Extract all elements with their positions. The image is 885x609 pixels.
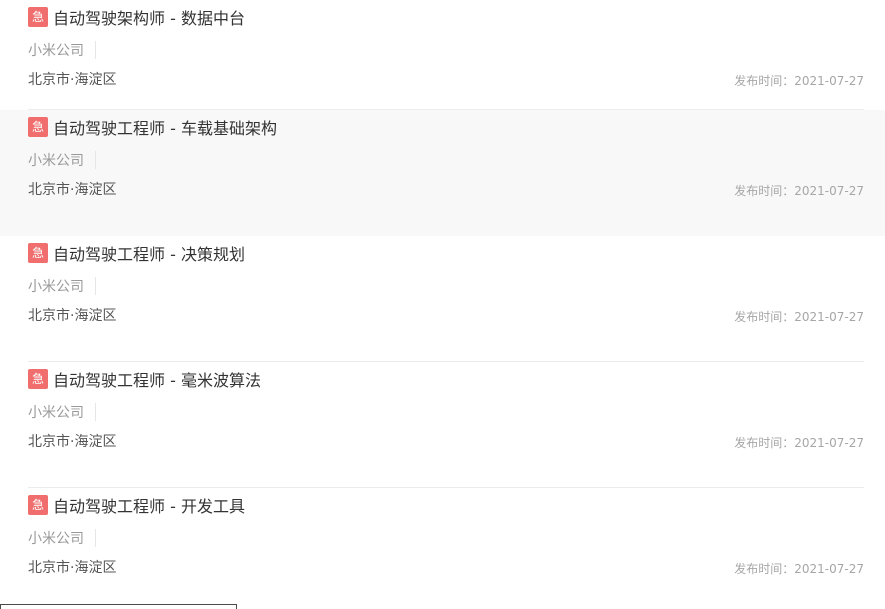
job-title-row: 急 自动驾驶工程师 - 毫米波算法 bbox=[28, 368, 261, 390]
job-location: 北京市·海淀区 bbox=[28, 308, 117, 324]
job-title-row: 急 自动驾驶工程师 - 决策规划 bbox=[28, 242, 245, 264]
publish-label: 发布时间： bbox=[734, 562, 795, 576]
company-separator bbox=[95, 403, 96, 421]
publish-label: 发布时间： bbox=[734, 436, 795, 450]
company-separator bbox=[95, 151, 96, 169]
job-location: 北京市·海淀区 bbox=[28, 72, 117, 88]
job-title[interactable]: 自动驾驶工程师 - 开发工具 bbox=[53, 493, 245, 517]
publish-info: 发布时间：2021-07-27 bbox=[734, 72, 864, 90]
company-separator bbox=[95, 277, 96, 295]
publish-info: 发布时间：2021-07-27 bbox=[734, 560, 864, 578]
publish-date: 2021-07-27 bbox=[794, 436, 864, 450]
publish-label: 发布时间： bbox=[734, 184, 795, 198]
job-list-item[interactable]: 急 自动驾驶架构师 - 数据中台 小米公司 北京市·海淀区 发布时间：2021-… bbox=[0, 0, 885, 110]
company-name[interactable]: 小米公司 bbox=[28, 40, 95, 60]
job-list-item[interactable]: 急 自动驾驶工程师 - 车载基础架构 小米公司 北京市·海淀区 发布时间：202… bbox=[0, 110, 885, 236]
urgent-badge: 急 bbox=[28, 7, 48, 27]
publish-date: 2021-07-27 bbox=[794, 562, 864, 576]
company-row: 小米公司 bbox=[28, 275, 96, 297]
company-name[interactable]: 小米公司 bbox=[28, 276, 95, 296]
job-list: 急 自动驾驶架构师 - 数据中台 小米公司 北京市·海淀区 发布时间：2021-… bbox=[0, 0, 885, 609]
company-row: 小米公司 bbox=[28, 39, 96, 61]
urgent-badge: 急 bbox=[28, 117, 48, 137]
job-title[interactable]: 自动驾驶架构师 - 数据中台 bbox=[53, 5, 245, 29]
publish-date: 2021-07-27 bbox=[794, 74, 864, 88]
company-row: 小米公司 bbox=[28, 401, 96, 423]
job-location: 北京市·海淀区 bbox=[28, 434, 117, 450]
company-separator bbox=[95, 41, 96, 59]
job-title-row: 急 自动驾驶工程师 - 开发工具 bbox=[28, 494, 245, 516]
publish-info: 发布时间：2021-07-27 bbox=[734, 434, 864, 452]
publish-info: 发布时间：2021-07-27 bbox=[734, 308, 864, 326]
job-title[interactable]: 自动驾驶工程师 - 决策规划 bbox=[53, 241, 245, 265]
urgent-badge: 急 bbox=[28, 369, 48, 389]
job-list-item[interactable]: 急 自动驾驶工程师 - 毫米波算法 小米公司 北京市·海淀区 发布时间：2021… bbox=[0, 362, 885, 488]
job-list-item[interactable]: 急 自动驾驶工程师 - 决策规划 小米公司 北京市·海淀区 发布时间：2021-… bbox=[0, 236, 885, 362]
publish-date: 2021-07-27 bbox=[794, 184, 864, 198]
urgent-badge: 急 bbox=[28, 495, 48, 515]
company-name[interactable]: 小米公司 bbox=[28, 402, 95, 422]
urgent-badge: 急 bbox=[28, 243, 48, 263]
publish-label: 发布时间： bbox=[734, 74, 795, 88]
pagination-box[interactable] bbox=[0, 604, 237, 609]
job-title[interactable]: 自动驾驶工程师 - 毫米波算法 bbox=[53, 367, 261, 391]
job-title-row: 急 自动驾驶工程师 - 车载基础架构 bbox=[28, 116, 277, 138]
job-title-row: 急 自动驾驶架构师 - 数据中台 bbox=[28, 6, 245, 28]
publish-info: 发布时间：2021-07-27 bbox=[734, 182, 864, 200]
company-name[interactable]: 小米公司 bbox=[28, 528, 95, 548]
company-row: 小米公司 bbox=[28, 149, 96, 171]
publish-label: 发布时间： bbox=[734, 310, 795, 324]
company-row: 小米公司 bbox=[28, 527, 96, 549]
company-name[interactable]: 小米公司 bbox=[28, 150, 95, 170]
company-separator bbox=[95, 529, 96, 547]
job-title[interactable]: 自动驾驶工程师 - 车载基础架构 bbox=[53, 115, 277, 139]
job-list-item[interactable]: 急 自动驾驶工程师 - 开发工具 小米公司 北京市·海淀区 发布时间：2021-… bbox=[0, 488, 885, 609]
job-location: 北京市·海淀区 bbox=[28, 560, 117, 576]
publish-date: 2021-07-27 bbox=[794, 310, 864, 324]
job-location: 北京市·海淀区 bbox=[28, 182, 117, 198]
